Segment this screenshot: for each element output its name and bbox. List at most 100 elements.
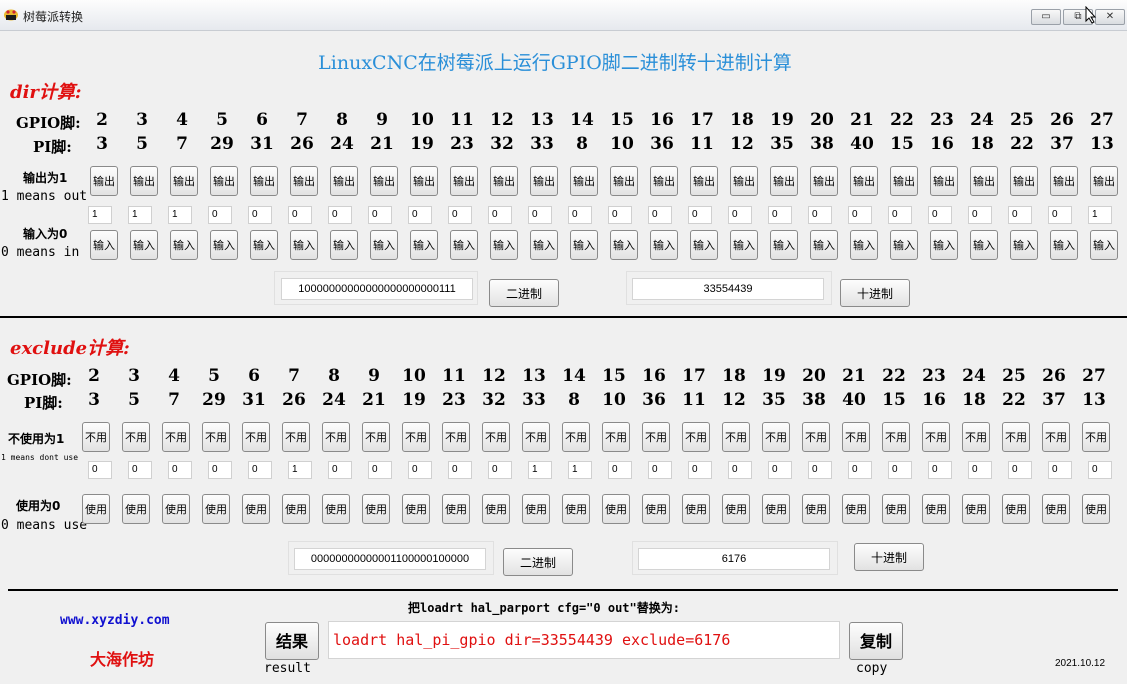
output-button[interactable]: 输出 (570, 166, 598, 196)
input-button[interactable]: 输入 (170, 230, 198, 260)
exclude-binary-button[interactable]: 二进制 (503, 548, 573, 576)
output-button[interactable]: 输出 (90, 166, 118, 196)
exclude-bit-field[interactable]: 0 (848, 461, 872, 479)
output-button[interactable]: 输出 (410, 166, 438, 196)
use-button[interactable]: 使用 (282, 494, 310, 524)
input-button[interactable]: 输入 (970, 230, 998, 260)
dir-binary-button[interactable]: 二进制 (489, 279, 559, 307)
output-button[interactable]: 输出 (1010, 166, 1038, 196)
input-button[interactable]: 输入 (730, 230, 758, 260)
close-button[interactable]: ✕ (1095, 9, 1125, 25)
dont-use-button[interactable]: 不用 (202, 422, 230, 452)
use-button[interactable]: 使用 (562, 494, 590, 524)
dont-use-button[interactable]: 不用 (562, 422, 590, 452)
use-button[interactable]: 使用 (762, 494, 790, 524)
dir-binary-field[interactable]: 10000000000000000000000111 (281, 278, 473, 300)
dir-bit-field[interactable]: 0 (888, 206, 912, 224)
use-button[interactable]: 使用 (482, 494, 510, 524)
output-button[interactable]: 输出 (530, 166, 558, 196)
use-button[interactable]: 使用 (522, 494, 550, 524)
exclude-bit-field[interactable]: 0 (728, 461, 752, 479)
use-button[interactable]: 使用 (642, 494, 670, 524)
dir-bit-field[interactable]: 0 (648, 206, 672, 224)
input-button[interactable]: 输入 (290, 230, 318, 260)
output-button[interactable]: 输出 (210, 166, 238, 196)
dont-use-button[interactable]: 不用 (762, 422, 790, 452)
exclude-bit-field[interactable]: 0 (448, 461, 472, 479)
dir-bit-field[interactable]: 0 (248, 206, 272, 224)
input-button[interactable]: 输入 (490, 230, 518, 260)
use-button[interactable]: 使用 (722, 494, 750, 524)
dir-bit-field[interactable]: 0 (928, 206, 952, 224)
use-button[interactable]: 使用 (602, 494, 630, 524)
exclude-bit-field[interactable]: 0 (808, 461, 832, 479)
exclude-decimal-field[interactable]: 6176 (638, 548, 830, 570)
input-button[interactable]: 输入 (530, 230, 558, 260)
use-button[interactable]: 使用 (1002, 494, 1030, 524)
minimize-button[interactable]: ▭ (1031, 9, 1061, 25)
exclude-bit-field[interactable]: 0 (888, 461, 912, 479)
dir-bit-field[interactable]: 0 (488, 206, 512, 224)
exclude-bit-field[interactable]: 0 (1088, 461, 1112, 479)
dont-use-button[interactable]: 不用 (522, 422, 550, 452)
input-button[interactable]: 输入 (210, 230, 238, 260)
dont-use-button[interactable]: 不用 (162, 422, 190, 452)
dont-use-button[interactable]: 不用 (882, 422, 910, 452)
dont-use-button[interactable]: 不用 (242, 422, 270, 452)
dir-bit-field[interactable]: 0 (568, 206, 592, 224)
output-button[interactable]: 输出 (890, 166, 918, 196)
input-button[interactable]: 输入 (1010, 230, 1038, 260)
dir-bit-field[interactable]: 0 (688, 206, 712, 224)
output-button[interactable]: 输出 (1090, 166, 1118, 196)
exclude-bit-field[interactable]: 0 (688, 461, 712, 479)
dont-use-button[interactable]: 不用 (82, 422, 110, 452)
use-button[interactable]: 使用 (842, 494, 870, 524)
exclude-bit-field[interactable]: 0 (648, 461, 672, 479)
input-button[interactable]: 输入 (130, 230, 158, 260)
dont-use-button[interactable]: 不用 (482, 422, 510, 452)
copy-button[interactable]: 复制 (849, 622, 903, 660)
input-button[interactable]: 输入 (850, 230, 878, 260)
dont-use-button[interactable]: 不用 (962, 422, 990, 452)
exclude-bit-field[interactable]: 1 (568, 461, 592, 479)
dir-bit-field[interactable]: 0 (208, 206, 232, 224)
dir-bit-field[interactable]: 0 (288, 206, 312, 224)
result-button[interactable]: 结果 (265, 622, 319, 660)
use-button[interactable]: 使用 (242, 494, 270, 524)
exclude-bit-field[interactable]: 0 (768, 461, 792, 479)
output-button[interactable]: 输出 (650, 166, 678, 196)
output-field[interactable]: loadrt hal_pi_gpio dir=33554439 exclude=… (328, 621, 840, 659)
dont-use-button[interactable]: 不用 (722, 422, 750, 452)
output-button[interactable]: 输出 (250, 166, 278, 196)
use-button[interactable]: 使用 (1082, 494, 1110, 524)
dont-use-button[interactable]: 不用 (1082, 422, 1110, 452)
exclude-bit-field[interactable]: 1 (528, 461, 552, 479)
dont-use-button[interactable]: 不用 (282, 422, 310, 452)
exclude-bit-field[interactable]: 0 (1008, 461, 1032, 479)
use-button[interactable]: 使用 (962, 494, 990, 524)
use-button[interactable]: 使用 (122, 494, 150, 524)
use-button[interactable]: 使用 (1042, 494, 1070, 524)
dont-use-button[interactable]: 不用 (842, 422, 870, 452)
input-button[interactable]: 输入 (1090, 230, 1118, 260)
use-button[interactable]: 使用 (402, 494, 430, 524)
dir-bit-field[interactable]: 1 (168, 206, 192, 224)
dir-bit-field[interactable]: 0 (368, 206, 392, 224)
exclude-bit-field[interactable]: 0 (168, 461, 192, 479)
output-button[interactable]: 输出 (130, 166, 158, 196)
dir-bit-field[interactable]: 0 (808, 206, 832, 224)
dont-use-button[interactable]: 不用 (442, 422, 470, 452)
dir-bit-field[interactable]: 0 (848, 206, 872, 224)
input-button[interactable]: 输入 (810, 230, 838, 260)
input-button[interactable]: 输入 (90, 230, 118, 260)
output-button[interactable]: 输出 (370, 166, 398, 196)
output-button[interactable]: 输出 (610, 166, 638, 196)
dir-bit-field[interactable]: 0 (448, 206, 472, 224)
exclude-bit-field[interactable]: 0 (408, 461, 432, 479)
output-button[interactable]: 输出 (490, 166, 518, 196)
exclude-bit-field[interactable]: 0 (488, 461, 512, 479)
exclude-binary-field[interactable]: 00000000000001100000100000 (294, 548, 486, 570)
website-link[interactable]: www.xyzdiy.com (60, 613, 170, 628)
use-button[interactable]: 使用 (202, 494, 230, 524)
dont-use-button[interactable]: 不用 (642, 422, 670, 452)
